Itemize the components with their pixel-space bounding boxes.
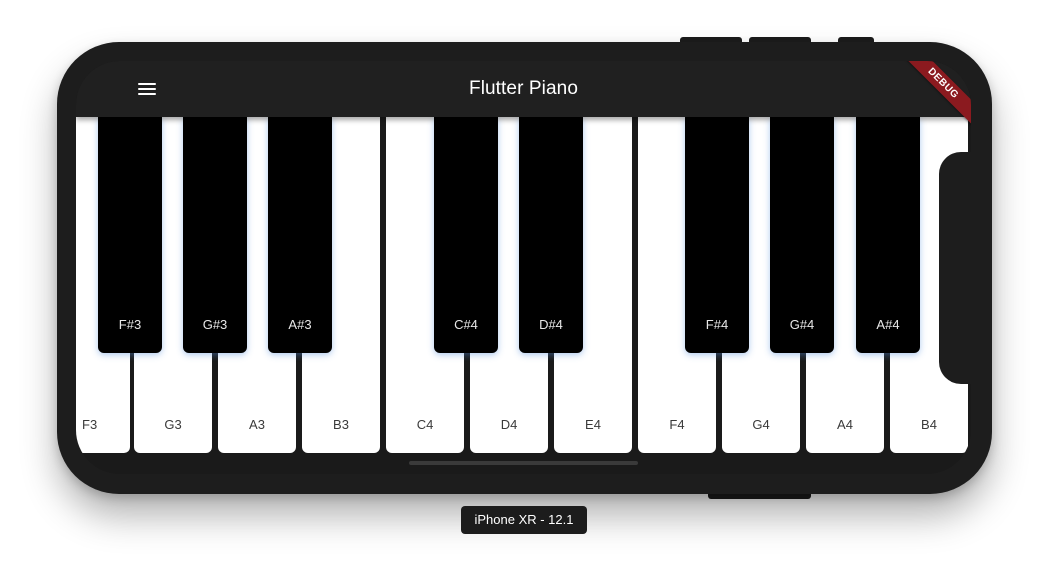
black-key-a-sharp-4[interactable]: A#4 <box>856 117 920 353</box>
black-key-f-sharp-3[interactable]: F#3 <box>98 117 162 353</box>
debug-banner-container: DEBUG <box>891 61 971 141</box>
debug-banner: DEBUG <box>894 61 971 132</box>
black-key-g-sharp-4[interactable]: G#4 <box>770 117 834 353</box>
app-title: Flutter Piano <box>468 78 579 99</box>
white-key-label: D4 <box>500 417 518 432</box>
piano-keyboard: F3 G3 A3 B3 C4 D4 E4 F4 G4 A4 B4 F#3 G#3… <box>76 117 971 453</box>
black-key-label: D#4 <box>539 317 563 332</box>
device-screen: Flutter Piano DEBUG F3 G3 A3 B3 C4 D4 E4… <box>76 61 971 474</box>
device-notch <box>939 152 979 384</box>
black-key-label: C#4 <box>454 317 478 332</box>
black-key-label: A#4 <box>876 317 900 332</box>
black-key-label: F#4 <box>705 317 729 332</box>
black-key-label: F#3 <box>118 317 142 332</box>
white-key-label: A4 <box>837 417 853 432</box>
white-key-label: B4 <box>921 417 937 432</box>
white-key-label: F4 <box>669 417 685 432</box>
white-key-label: G4 <box>752 417 770 432</box>
white-key-label: A3 <box>249 417 265 432</box>
app-bar: Flutter Piano <box>76 61 971 117</box>
black-key-g-sharp-3[interactable]: G#3 <box>183 117 247 353</box>
white-key-label: F3 <box>82 417 98 432</box>
black-key-f-sharp-4[interactable]: F#4 <box>685 117 749 353</box>
white-key-label: G3 <box>164 417 182 432</box>
simulator-device-label: iPhone XR - 12.1 <box>461 506 587 534</box>
white-key-label: C4 <box>416 417 434 432</box>
black-key-label: A#3 <box>288 317 312 332</box>
black-key-label: G#3 <box>202 317 228 332</box>
black-key-label: G#4 <box>789 317 815 332</box>
white-key-label: E4 <box>585 417 601 432</box>
black-key-d-sharp-4[interactable]: D#4 <box>519 117 583 353</box>
home-indicator[interactable] <box>409 461 638 465</box>
black-key-a-sharp-3[interactable]: A#3 <box>268 117 332 353</box>
black-key-c-sharp-4[interactable]: C#4 <box>434 117 498 353</box>
white-key-label: B3 <box>333 417 349 432</box>
